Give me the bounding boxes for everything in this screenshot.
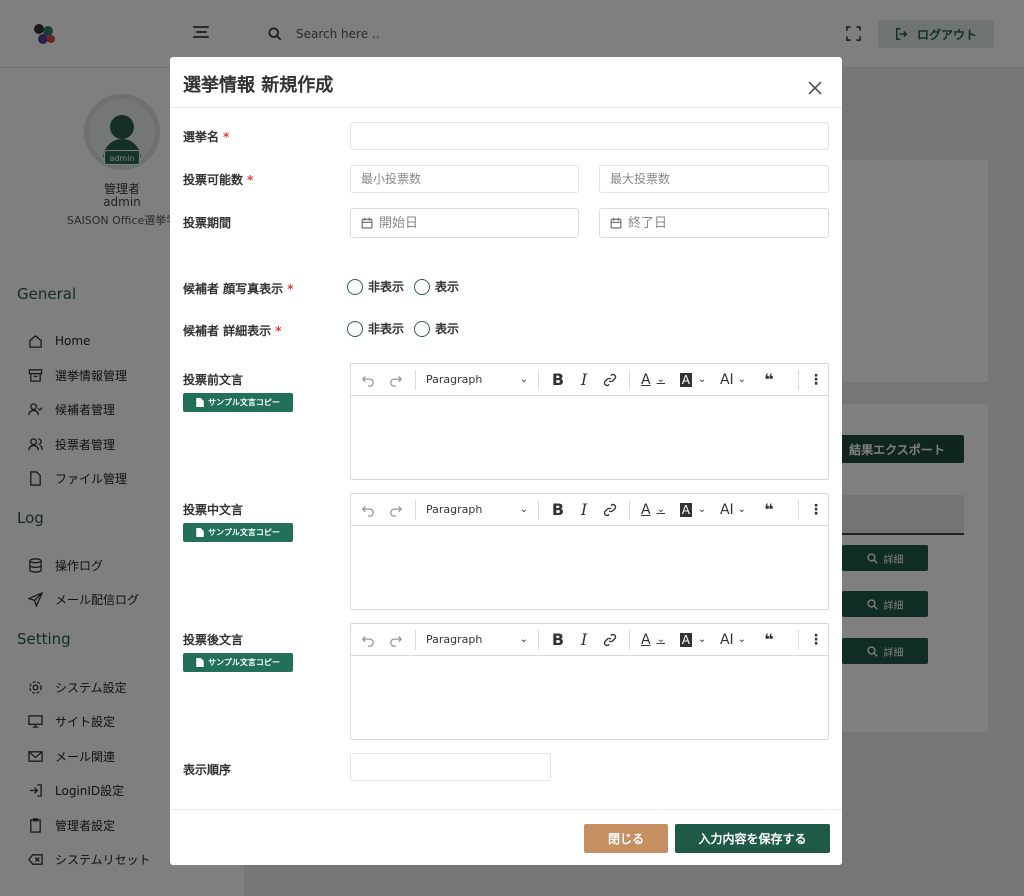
calendar-icon [361, 217, 373, 229]
highlight-button[interactable]: A ⌄ [676, 628, 710, 652]
redo-icon[interactable] [383, 628, 409, 652]
period-label: 投票期間 [183, 216, 232, 230]
paragraph-select[interactable]: Paragraph ⌄ [422, 628, 532, 652]
font-size-button[interactable]: AI ⌄ [716, 498, 750, 522]
highlight-button[interactable]: A ⌄ [676, 368, 710, 392]
mid-vote-editor-body[interactable] [351, 526, 828, 609]
quote-button[interactable]: ❝ [756, 628, 782, 652]
font-color-button[interactable]: A ⌄ [636, 368, 670, 392]
link-icon[interactable] [597, 368, 623, 392]
undo-icon[interactable] [359, 628, 377, 652]
vote-count-label: 投票可能数 * [183, 173, 254, 187]
post-vote-editor: Paragraph ⌄ B I A ⌄ A ⌄ AI ⌄ ❝ ⋮ [350, 623, 829, 740]
end-date-field[interactable] [599, 208, 829, 238]
start-date-input[interactable] [379, 215, 529, 231]
font-color-button[interactable]: A ⌄ [636, 498, 670, 522]
font-color-button[interactable]: A ⌄ [636, 628, 670, 652]
modal-title: 選挙情報 新規作成 [183, 75, 334, 96]
end-date-input[interactable] [628, 215, 778, 231]
election-name-input[interactable] [350, 122, 829, 150]
bold-button[interactable]: B [545, 498, 571, 522]
quote-button[interactable]: ❝ [756, 498, 782, 522]
pre-vote-label: 投票前文言 [183, 373, 244, 387]
font-size-button[interactable]: AI ⌄ [716, 368, 750, 392]
modal-header: 選挙情報 新規作成 [170, 57, 842, 108]
post-vote-editor-body[interactable] [351, 656, 828, 739]
pre-vote-editor-body[interactable] [351, 396, 828, 479]
mid-vote-sample-copy-button[interactable]: サンプル文言コピー [183, 523, 293, 542]
link-icon[interactable] [597, 628, 623, 652]
close-button[interactable]: 閉じる [584, 824, 668, 853]
photo-display-label: 候補者 顔写真表示 * [183, 282, 294, 296]
mid-vote-editor: Paragraph ⌄ B I A ⌄ A ⌄ AI ⌄ ❝ ⋮ [350, 493, 829, 610]
post-vote-label: 投票後文言 [183, 633, 244, 647]
editor-toolbar: Paragraph ⌄ B I A ⌄ A ⌄ AI ⌄ ❝ ⋮ [351, 494, 828, 526]
pre-vote-sample-copy-button[interactable]: サンプル文言コピー [183, 393, 293, 412]
create-election-modal: 選挙情報 新規作成 選挙名* 投票可能数* 投票期間 候補者 顔写真表示* 非表… [170, 57, 842, 865]
pre-vote-editor: Paragraph ⌄ B I A ⌄ A ⌄ AI ⌄ ❝ ⋮ [350, 363, 829, 480]
highlight-button[interactable]: A ⌄ [676, 498, 710, 522]
photo-hide-radio[interactable]: 非表示 [347, 278, 404, 295]
post-vote-sample-copy-button[interactable]: サンプル文言コピー [183, 653, 293, 672]
paragraph-select[interactable]: Paragraph ⌄ [422, 498, 532, 522]
quote-button[interactable]: ❝ [756, 368, 782, 392]
close-icon[interactable] [808, 81, 822, 95]
mid-vote-label: 投票中文言 [183, 503, 244, 517]
document-icon [196, 528, 204, 537]
min-votes-input[interactable] [350, 165, 579, 193]
undo-icon[interactable] [359, 368, 377, 392]
redo-icon[interactable] [383, 368, 409, 392]
editor-toolbar: Paragraph ⌄ B I A ⌄ A ⌄ AI ⌄ ❝ ⋮ [351, 624, 828, 656]
link-icon[interactable] [597, 498, 623, 522]
more-options-icon[interactable]: ⋮ [805, 498, 827, 522]
detail-display-label: 候補者 詳細表示 * [183, 324, 282, 338]
photo-show-radio[interactable]: 表示 [414, 278, 459, 295]
save-button[interactable]: 入力内容を保存する [675, 824, 830, 853]
display-order-input[interactable] [350, 753, 551, 781]
election-name-label: 選挙名 * [183, 130, 230, 144]
document-icon [196, 398, 204, 407]
undo-icon[interactable] [359, 498, 377, 522]
redo-icon[interactable] [383, 498, 409, 522]
document-icon [196, 658, 204, 667]
bold-button[interactable]: B [545, 368, 571, 392]
start-date-field[interactable] [350, 208, 579, 238]
photo-display-radio-group: 非表示 表示 [347, 278, 459, 295]
italic-button[interactable]: I [571, 628, 597, 652]
calendar-icon [610, 217, 622, 229]
italic-button[interactable]: I [571, 498, 597, 522]
font-size-button[interactable]: AI ⌄ [716, 628, 750, 652]
bold-button[interactable]: B [545, 628, 571, 652]
detail-hide-radio[interactable]: 非表示 [347, 320, 404, 337]
detail-show-radio[interactable]: 表示 [414, 320, 459, 337]
display-order-label: 表示順序 [183, 763, 232, 777]
paragraph-select[interactable]: Paragraph ⌄ [422, 368, 532, 392]
more-options-icon[interactable]: ⋮ [805, 628, 827, 652]
more-options-icon[interactable]: ⋮ [805, 368, 827, 392]
detail-display-radio-group: 非表示 表示 [347, 320, 459, 337]
modal-footer: 閉じる 入力内容を保存する [170, 809, 842, 865]
max-votes-input[interactable] [599, 165, 829, 193]
italic-button[interactable]: I [571, 368, 597, 392]
editor-toolbar: Paragraph ⌄ B I A ⌄ A ⌄ AI ⌄ ❝ ⋮ [351, 364, 828, 396]
